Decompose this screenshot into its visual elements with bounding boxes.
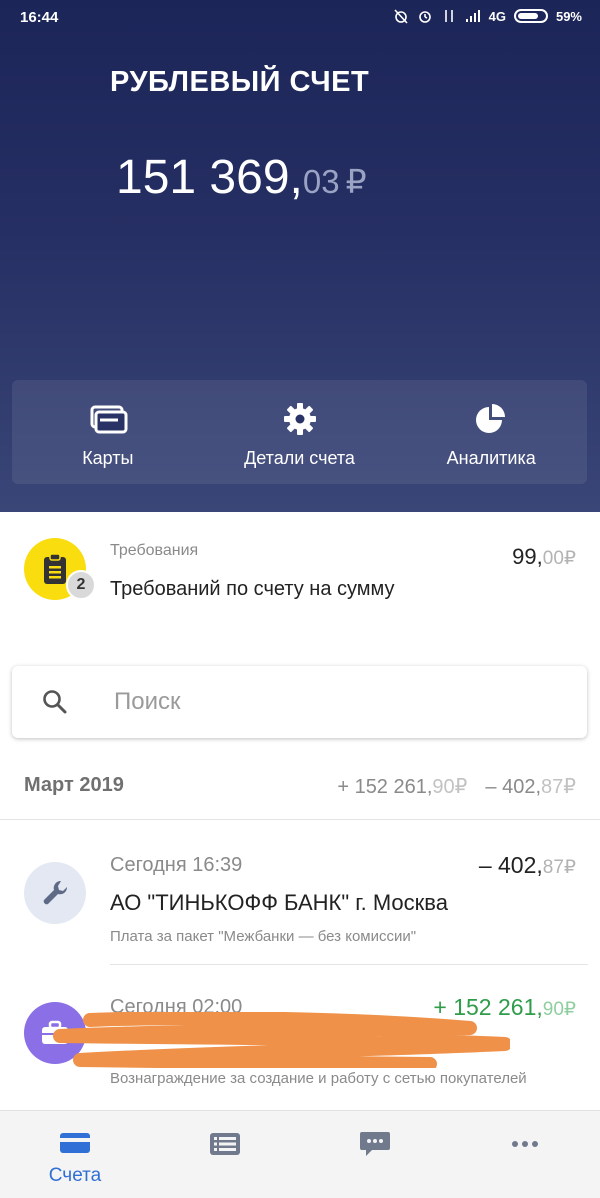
transaction-amount-cents: 90 xyxy=(542,999,564,1020)
transaction-icon-circle xyxy=(24,862,86,924)
transaction-divider xyxy=(110,964,588,965)
transaction-amount-main: – 402, xyxy=(478,852,543,878)
battery-icon xyxy=(513,9,548,23)
redaction-scribble xyxy=(53,1012,510,1068)
cards-button[interactable]: Карты xyxy=(12,380,204,484)
account-header: 16:44 4G 59% РУБЛЕВЫЙ СЧЕТ 151 369,03 ₽ К… xyxy=(0,0,600,512)
more-icon xyxy=(512,1141,538,1147)
wrench-icon xyxy=(43,880,68,905)
transaction-description: Плата за пакет "Межбанки — без комиссии" xyxy=(110,928,417,945)
requirement-title: Требований по счету на сумму xyxy=(110,578,395,600)
transaction-currency: ₽ xyxy=(563,857,576,878)
transaction-title: АО "ТИНЬКОФФ БАНК" г. Москва xyxy=(110,890,448,915)
pie-chart-icon xyxy=(476,404,506,433)
alarm-off-icon xyxy=(394,9,408,24)
chat-icon xyxy=(360,1132,390,1156)
nav-accounts[interactable]: Счета xyxy=(0,1111,150,1198)
search-icon xyxy=(43,690,67,714)
balance-main: 151 369, xyxy=(116,151,303,204)
requirement-currency: ₽ xyxy=(563,548,576,569)
requirement-amount-cents: 00 xyxy=(542,548,564,569)
account-title: РУБЛЕВЫЙ СЧЕТ xyxy=(110,66,370,98)
month-expense-cents: 87 xyxy=(541,776,564,798)
list-icon xyxy=(210,1133,240,1155)
status-time: 16:44 xyxy=(20,9,59,26)
search-bar[interactable] xyxy=(12,666,587,738)
requirement-amount: 99,00₽ xyxy=(512,544,576,570)
analytics-label: Аналитика xyxy=(446,448,536,468)
bottom-navigation: Счета xyxy=(0,1110,600,1198)
alarm-icon xyxy=(418,11,431,23)
gear-icon xyxy=(283,403,316,435)
transaction-time: Сегодня 16:39 xyxy=(110,854,243,876)
account-actions: Карты Детали счета Аналитика xyxy=(12,380,587,484)
status-bar: 16:44 4G 59% xyxy=(0,0,600,36)
month-income-main: + 152 261, xyxy=(337,776,433,798)
analytics-button[interactable]: Аналитика xyxy=(395,380,587,484)
search-input[interactable] xyxy=(112,687,512,717)
battery-percent: 59% xyxy=(555,8,582,24)
month-expense-main: – 402, xyxy=(485,776,542,798)
nav-more[interactable] xyxy=(450,1111,600,1198)
clipboard-icon xyxy=(44,553,66,584)
account-details-button[interactable]: Детали счета xyxy=(204,380,396,484)
transaction-amount-cents: 87 xyxy=(542,857,564,878)
status-icons: 4G 59% xyxy=(393,8,582,24)
requirement-count-badge: 2 xyxy=(66,570,96,600)
month-summary: Март 2019 + 152 261,90₽ – 402,87₽ xyxy=(0,762,600,820)
account-details-label: Детали счета xyxy=(244,448,355,468)
nav-feed[interactable] xyxy=(150,1111,300,1198)
month-label: Март 2019 xyxy=(24,774,124,796)
network-type: 4G xyxy=(488,8,506,24)
account-balance: 151 369,03 ₽ xyxy=(116,150,367,205)
accounts-card-icon xyxy=(60,1133,90,1153)
month-expense-currency: ₽ xyxy=(563,776,576,798)
balance-cents: 03 xyxy=(302,163,340,200)
cards-label: Карты xyxy=(82,448,134,468)
nav-chat[interactable] xyxy=(300,1111,450,1198)
requirements-item[interactable]: 2 Требования Требований по счету на сумм… xyxy=(0,530,600,640)
data-transfer-icon xyxy=(444,10,453,22)
month-income-cents: 90 xyxy=(432,776,455,798)
balance-currency: ₽ xyxy=(345,163,367,200)
requirement-category: Требования xyxy=(110,542,199,559)
month-totals: + 152 261,90₽ – 402,87₽ xyxy=(337,774,576,799)
month-income-currency: ₽ xyxy=(454,776,468,798)
transaction-description: Вознаграждение за создание и работу с се… xyxy=(110,1070,527,1087)
signal-icon xyxy=(465,10,480,22)
requirement-amount-main: 99, xyxy=(512,544,543,569)
cards-icon xyxy=(90,405,128,434)
transaction-row[interactable]: Сегодня 16:39 – 402,87₽ АО "ТИНЬКОФФ БАН… xyxy=(0,840,600,964)
nav-accounts-label: Счета xyxy=(48,1165,102,1186)
transaction-currency: ₽ xyxy=(563,999,576,1020)
transaction-amount: – 402,87₽ xyxy=(479,852,576,879)
